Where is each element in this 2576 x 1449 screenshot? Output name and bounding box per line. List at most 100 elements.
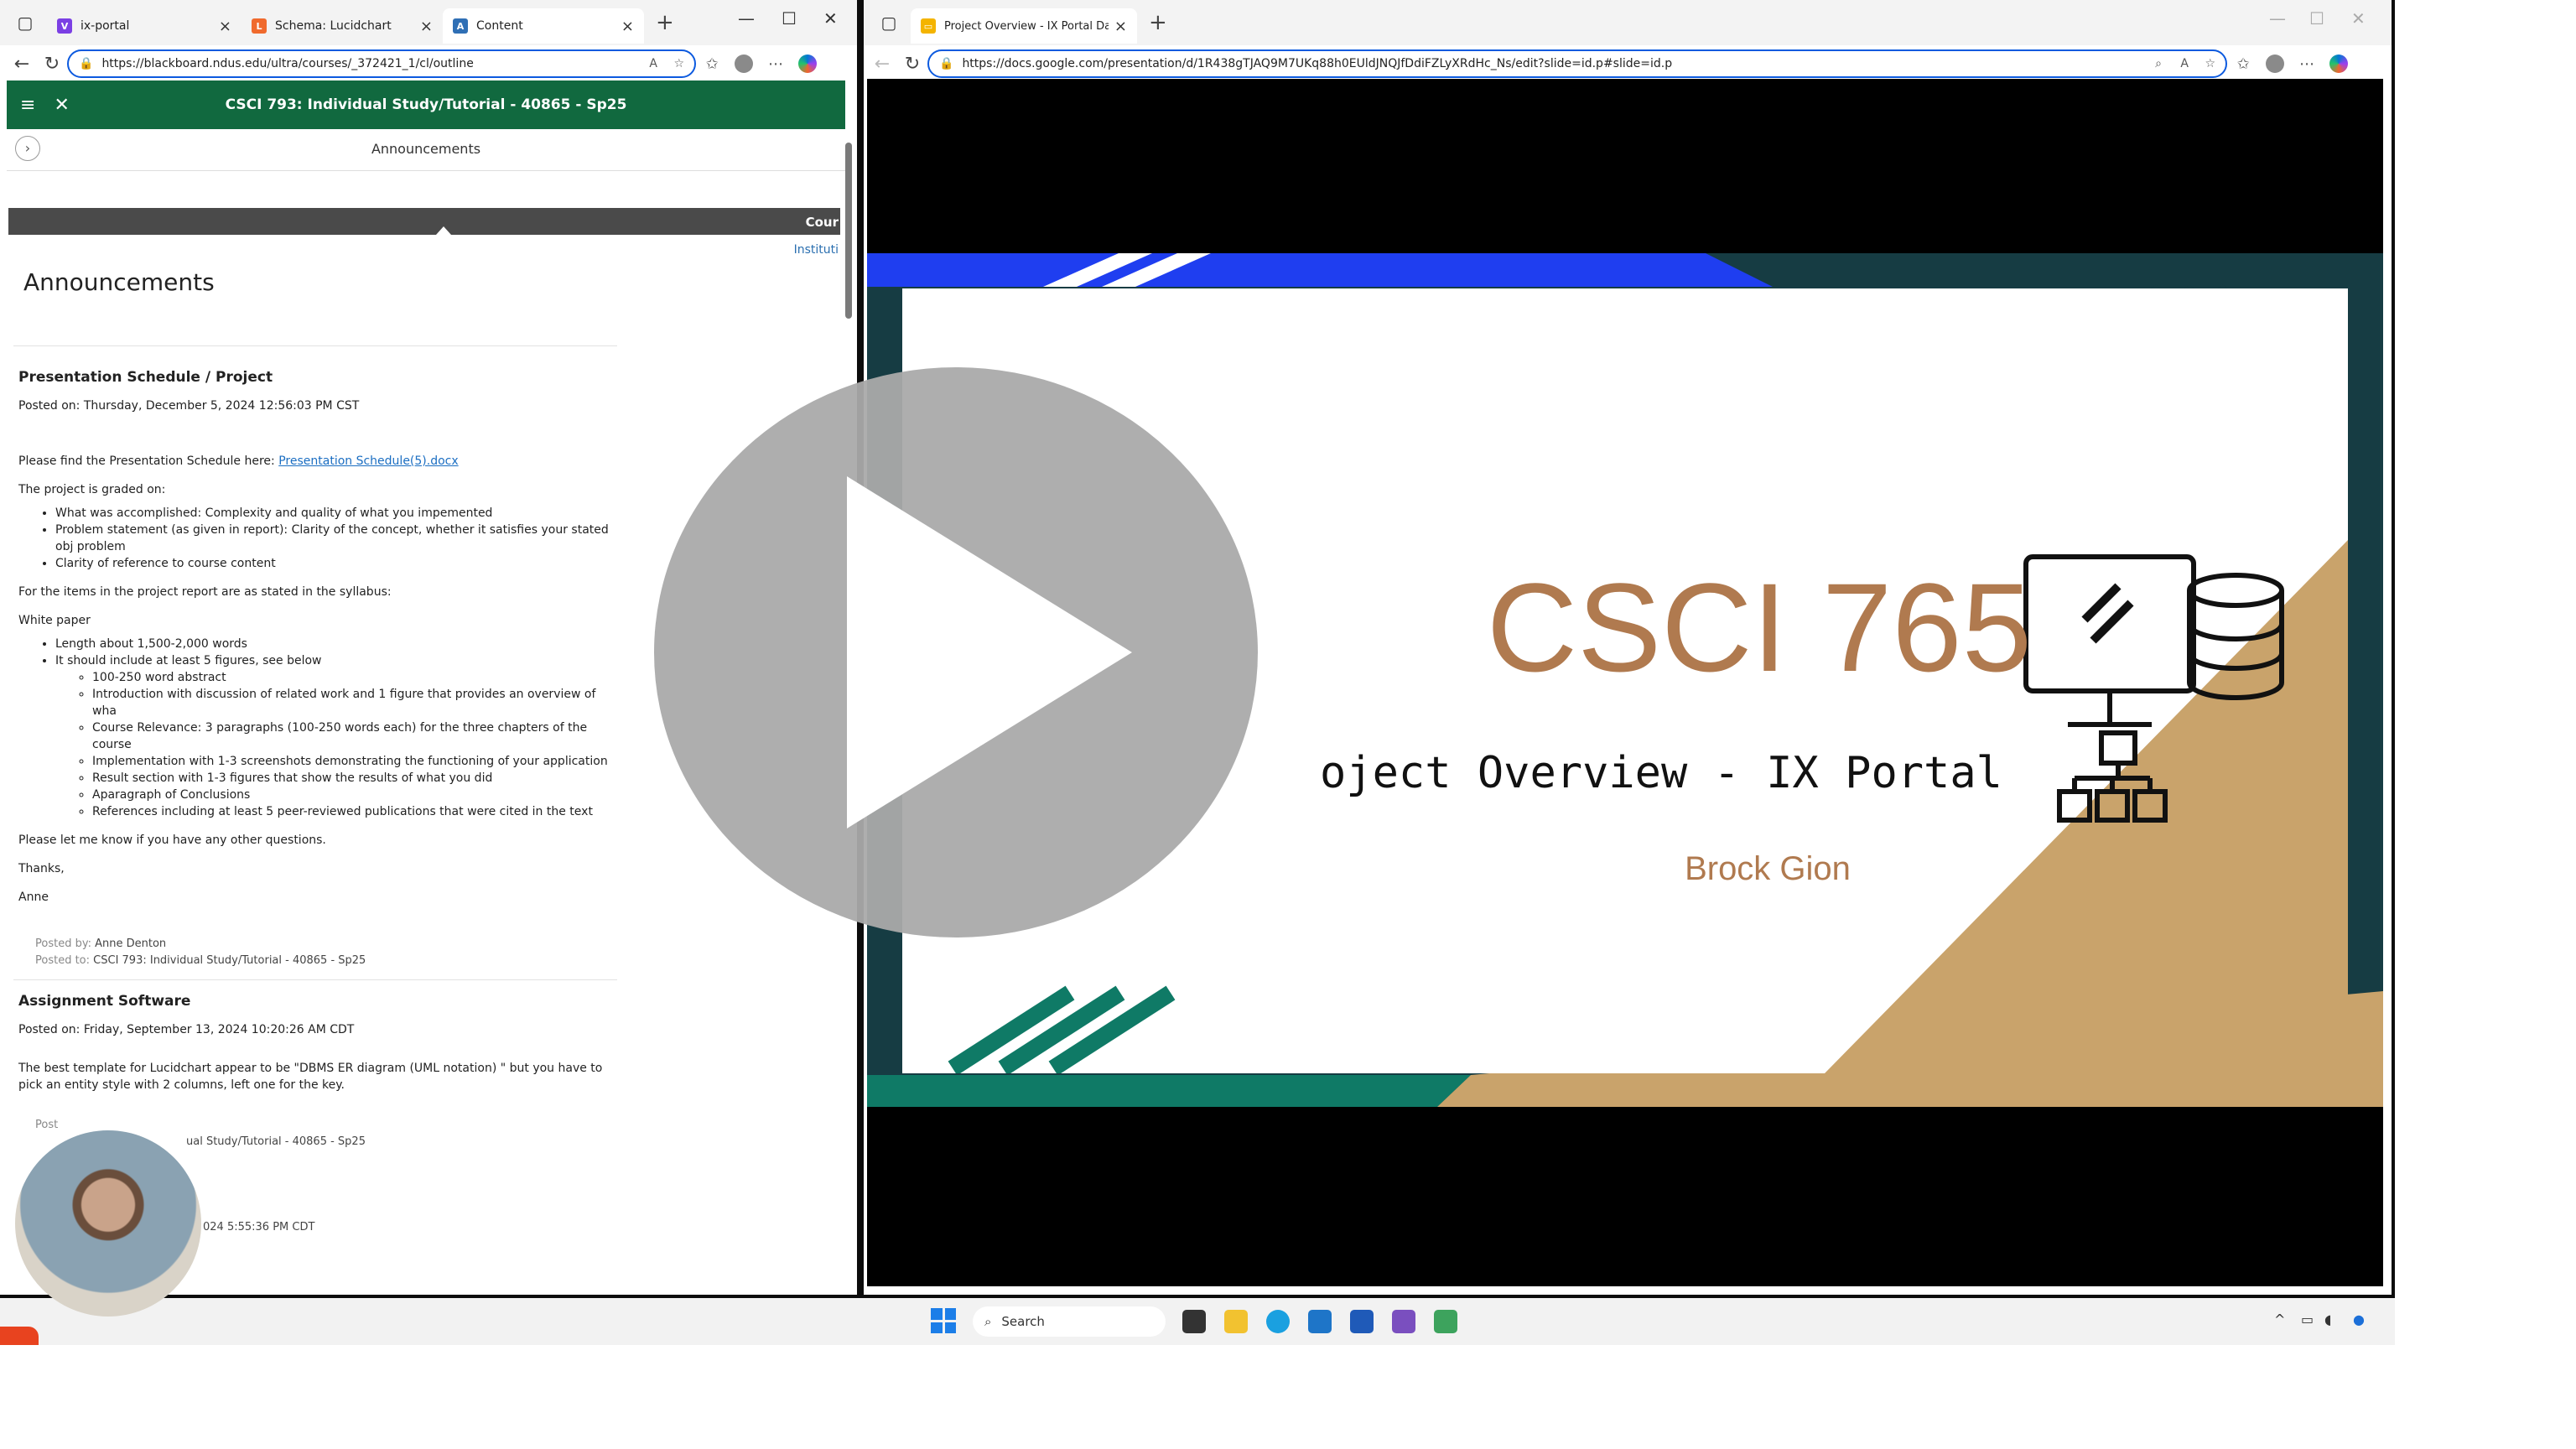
graded-text: The project is graded on: <box>18 483 166 496</box>
profile-avatar[interactable] <box>735 55 753 73</box>
close-window-button[interactable]: ✕ <box>823 8 838 29</box>
schedule-link[interactable]: Presentation Schedule(5).docx <box>278 454 458 468</box>
post-title: Presentation Schedule / Project <box>18 369 273 386</box>
maximize-button[interactable]: ☐ <box>782 8 797 29</box>
divider <box>13 345 617 346</box>
course-banner: Cour <box>8 208 840 235</box>
windows-start-icon[interactable] <box>931 1308 956 1333</box>
list-item: Length about 1,500-2,000 words <box>55 636 622 652</box>
zoom-icon[interactable]: ⌕ <box>2155 57 2162 70</box>
list-item: What was accomplished: Complexity and qu… <box>55 505 622 522</box>
tab-google-slides[interactable]: ▭ Project Overview - IX Portal Data × <box>911 8 1137 44</box>
read-aloud-icon[interactable]: A <box>649 57 657 70</box>
webcam-overlay <box>15 1130 201 1317</box>
posted-to: Posted to: CSCI 793: Individual Study/Tu… <box>35 953 622 969</box>
white-paper-list: Length about 1,500-2,000 words It should… <box>55 636 622 820</box>
network-icon[interactable]: ▭ <box>2301 1311 2314 1327</box>
list-item: Aparagraph of Conclusions <box>92 787 622 803</box>
url-text: https://blackboard.ndus.edu/ultra/course… <box>101 57 474 70</box>
more-menu-icon[interactable]: ⋯ <box>760 55 792 73</box>
video-play-overlay[interactable] <box>654 367 1258 937</box>
figures-sublist: 100-250 word abstract Introduction with … <box>92 669 622 820</box>
post-body: The best template for Lucidchart appear … <box>18 1062 603 1092</box>
tab-ix-portal[interactable]: V ix-portal × <box>47 8 242 44</box>
tab-content[interactable]: A Content × <box>443 8 644 44</box>
task-view-icon[interactable] <box>1182 1310 1206 1333</box>
left-tab-strip: ▢ V ix-portal × L Schema: Lucidchart × A… <box>0 0 857 45</box>
list-item: Course Relevance: 3 paragraphs (100-250 … <box>92 719 622 753</box>
refresh-icon[interactable]: ↻ <box>897 54 927 75</box>
chevron-up-icon[interactable]: ^ <box>2274 1311 2285 1327</box>
copilot-icon[interactable] <box>798 55 817 73</box>
copilot-icon[interactable] <box>2329 55 2348 73</box>
meta-label: Post <box>35 1119 59 1131</box>
profile-avatar[interactable] <box>2266 55 2284 73</box>
refresh-icon[interactable]: ↻ <box>37 54 67 75</box>
scrollbar[interactable] <box>845 143 852 319</box>
minimize-button[interactable]: — <box>2269 8 2286 29</box>
vscode-icon[interactable] <box>1308 1310 1332 1333</box>
favorites-icon[interactable]: ✩ <box>696 55 728 73</box>
edge-icon[interactable] <box>1266 1310 1290 1333</box>
search-label: Search <box>1001 1314 1045 1329</box>
back-icon[interactable]: ← <box>7 54 37 75</box>
intro-text: Please find the Presentation Schedule he… <box>18 454 279 468</box>
more-menu-icon[interactable]: ⋯ <box>2291 55 2323 73</box>
white-paper-label: White paper <box>18 614 91 627</box>
volume-icon[interactable]: ◖ <box>2324 1311 2331 1327</box>
signature: Anne <box>18 891 49 904</box>
close-tab-icon[interactable]: × <box>219 18 231 35</box>
favorite-star-icon[interactable]: ☆ <box>673 57 684 70</box>
address-bar[interactable]: 🔒 https://blackboard.ndus.edu/ultra/cour… <box>67 49 696 78</box>
tab-label: Schema: Lucidchart <box>275 19 392 33</box>
banner-notch <box>436 226 451 235</box>
criteria-list: What was accomplished: Complexity and qu… <box>55 505 622 572</box>
slide-subtitle: oject Overview - IX Portal <box>1320 748 2002 798</box>
close-tab-icon[interactable]: × <box>1114 18 1127 35</box>
tab-label: Project Overview - IX Portal Data <box>944 19 1109 33</box>
list-item-text: It should include at least 5 figures, se… <box>55 654 322 667</box>
divider <box>13 979 617 980</box>
maximize-button[interactable]: ☐ <box>2309 8 2324 29</box>
close-tab-icon[interactable]: × <box>420 18 433 35</box>
recording-indicator <box>0 1327 39 1345</box>
meta-label: Posted by: <box>35 937 96 950</box>
tab-actions-icon[interactable]: ▢ <box>872 6 906 39</box>
left-address-bar-row: ← ↻ 🔒 https://blackboard.ndus.edu/ultra/… <box>0 45 857 82</box>
site-info-icon[interactable]: 🔒 <box>79 57 93 70</box>
snipping-tool-icon[interactable] <box>1434 1310 1457 1333</box>
close-window-button[interactable]: ✕ <box>2351 8 2366 29</box>
minimize-button[interactable]: — <box>738 8 755 29</box>
file-explorer-icon[interactable] <box>1224 1310 1248 1333</box>
meta-label: Posted to: <box>35 954 94 967</box>
new-tab-button[interactable]: + <box>1149 10 1167 35</box>
list-item: Problem statement (as given in report): … <box>55 522 622 555</box>
address-bar[interactable]: 🔒 https://docs.google.com/presentation/d… <box>927 49 2227 78</box>
post-meta: Posted by: Anne Denton Posted to: CSCI 7… <box>18 936 622 969</box>
favorites-icon[interactable]: ✩ <box>2227 55 2259 73</box>
list-item: References including at least 5 peer-rev… <box>92 803 622 820</box>
syllabus-text: For the items in the project report are … <box>18 585 392 599</box>
search-icon: ⌕ <box>984 1314 992 1329</box>
word-icon[interactable] <box>1350 1310 1374 1333</box>
favorite-star-icon[interactable]: ☆ <box>2205 57 2215 70</box>
tab-actions-icon[interactable]: ▢ <box>8 6 42 39</box>
close-tab-icon[interactable]: × <box>621 18 634 35</box>
read-aloud-icon[interactable]: A <box>2180 57 2189 70</box>
panel-label: Announcements <box>371 141 481 157</box>
institution-link[interactable]: Instituti <box>794 243 839 257</box>
app-icon[interactable] <box>1392 1310 1415 1333</box>
taskbar: ⌕ Search ^ ▭ ◖ ● <box>0 1298 2395 1345</box>
back-icon[interactable]: ← <box>867 54 897 75</box>
notification-bell-icon[interactable]: ● <box>2353 1311 2365 1327</box>
tab-label: Content <box>476 19 523 33</box>
banner-text: Cour <box>805 215 839 230</box>
new-tab-button[interactable]: + <box>656 10 674 35</box>
tab-lucidchart[interactable]: L Schema: Lucidchart × <box>242 8 443 44</box>
play-icon <box>847 476 1132 828</box>
posted-by: Posted by: Anne Denton <box>35 936 622 953</box>
list-item: Result section with 1-3 figures that sho… <box>92 770 622 787</box>
course-name: CSCI 793: Individual Study/Tutorial - 40… <box>93 954 366 967</box>
taskbar-search[interactable]: ⌕ Search <box>973 1306 1166 1337</box>
site-info-icon[interactable]: 🔒 <box>939 57 953 70</box>
